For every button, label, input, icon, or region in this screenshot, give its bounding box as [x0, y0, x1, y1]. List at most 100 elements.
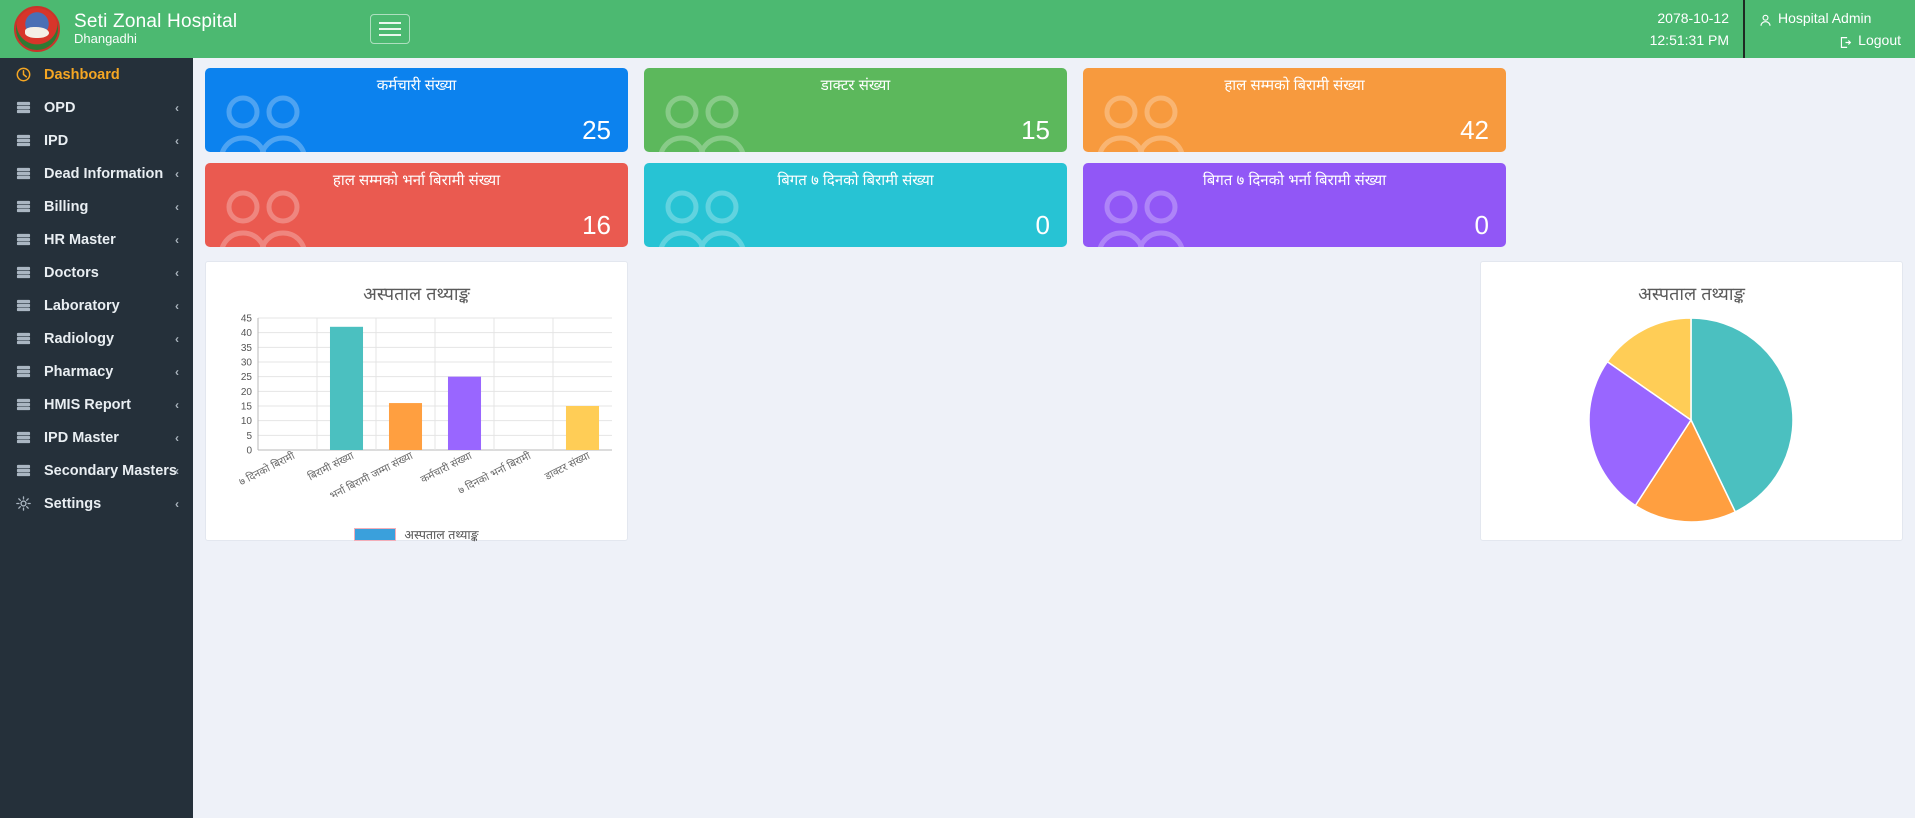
stat-cards: कर्मचारी संख्या 25 डाक्टर संख्या 15 हाल सम्म…	[205, 68, 1903, 247]
sidebar-item-label: Dead Information	[44, 165, 164, 182]
legend-label: अस्पताल तथ्याङ्क	[404, 528, 479, 542]
server-icon	[16, 133, 33, 148]
stat-card-value: 16	[582, 210, 611, 240]
pie-chart-title: अस्पताल तथ्याङ्क	[1638, 284, 1745, 304]
hospital-name: Seti Zonal Hospital	[74, 10, 238, 32]
chevron-left-icon: ‹	[175, 133, 179, 148]
brand-text: Seti Zonal Hospital Dhangadhi	[74, 11, 237, 48]
people-icon	[1095, 190, 1191, 247]
sidebar-item-billing[interactable]: Billing ‹	[0, 190, 193, 223]
sidebar-item-dead-information[interactable]: Dead Information ‹	[0, 157, 193, 190]
bar[interactable]	[565, 406, 600, 450]
chevron-left-icon: ‹	[175, 232, 179, 247]
sidebar-item-label: Dashboard	[44, 66, 120, 83]
svg-text:15: 15	[241, 402, 253, 413]
sidebar-toggle-button[interactable]	[370, 14, 410, 44]
stat-card[interactable]: बिगत ७ दिनको बिरामी संख्या 0	[644, 163, 1067, 247]
header-time: 12:51:31 PM	[1649, 31, 1729, 48]
people-icon	[656, 95, 752, 152]
main-content: कर्मचारी संख्या 25 डाक्टर संख्या 15 हाल सम्म…	[193, 58, 1915, 818]
chevron-left-icon: ‹	[175, 265, 179, 280]
bar-chart[interactable]: 051015202530354045७ दिनको बिरामी बिरामी स…	[216, 310, 617, 515]
header-userbox: Hospital Admin Logout	[1745, 0, 1915, 58]
stat-card[interactable]: हाल सम्मको बिरामी संख्या 42	[1083, 68, 1506, 152]
sidebar-item-label: HMIS Report	[44, 396, 131, 413]
server-icon	[16, 430, 33, 445]
chevron-left-icon: ‹	[175, 199, 179, 214]
user-profile[interactable]: Hospital Admin	[1759, 8, 1901, 30]
svg-text:0: 0	[246, 446, 252, 457]
hamburger-line	[379, 22, 401, 24]
sidebar-item-laboratory[interactable]: Laboratory ‹	[0, 289, 193, 322]
sidebar-item-settings[interactable]: Settings ‹	[0, 487, 193, 520]
stat-card-value: 0	[1035, 210, 1050, 240]
hospital-location: Dhangadhi	[74, 31, 137, 47]
sidebar-item-opd[interactable]: OPD ‹	[0, 91, 193, 124]
sidebar-item-ipd-master[interactable]: IPD Master ‹	[0, 421, 193, 454]
people-icon	[217, 190, 313, 247]
stat-card-value: 42	[1460, 115, 1489, 145]
server-icon	[16, 463, 33, 478]
sidebar-item-label: Doctors	[44, 264, 99, 281]
svg-text:35: 35	[241, 343, 253, 354]
stat-card-title: कर्मचारी संख्या	[376, 77, 457, 94]
sidebar-item-hmis-report[interactable]: HMIS Report ‹	[0, 388, 193, 421]
server-icon	[16, 166, 33, 181]
sidebar-item-ipd[interactable]: IPD ‹	[0, 124, 193, 157]
header-spacer	[410, 0, 1650, 58]
chevron-left-icon: ‹	[175, 100, 179, 115]
sidebar-item-hr-master[interactable]: HR Master ‹	[0, 223, 193, 256]
stat-card[interactable]: हाल सम्मको भर्ना बिरामी संख्या 16	[205, 163, 628, 247]
sidebar-item-label: HR Master	[44, 231, 116, 248]
sidebar-item-pharmacy[interactable]: Pharmacy ‹	[0, 355, 193, 388]
sidebar-item-doctors[interactable]: Doctors ‹	[0, 256, 193, 289]
stat-card[interactable]: कर्मचारी संख्या 25	[205, 68, 628, 152]
stat-card-value: 15	[1021, 115, 1050, 145]
stat-card-title: डाक्टर संख्या	[820, 77, 891, 94]
stat-card[interactable]: बिगत ७ दिनको भर्ना बिरामी संख्या 0	[1083, 163, 1506, 247]
sidebar-item-label: Billing	[44, 198, 89, 215]
stat-card-value: 0	[1474, 210, 1489, 240]
logout-button[interactable]: Logout	[1759, 30, 1901, 52]
chart-panels: अस्पताल तथ्याङ्क 0 5 10 15 20 25 30 35 40 45 ७ दिन…	[205, 261, 1903, 543]
bar-chart-panel: अस्पताल तथ्याङ्क 0 5 10 15 20 25 30 35 40 45 ७ दिन…	[205, 261, 628, 543]
svg-text:5: 5	[246, 431, 252, 442]
legend-swatch	[354, 528, 397, 541]
sidebar-item-label: IPD	[44, 132, 69, 149]
hospital-logo-icon	[14, 6, 60, 52]
sidebar-item-label: Secondary Masters	[44, 462, 177, 479]
sidebar-item-secondary-masters[interactable]: Secondary Masters ‹	[0, 454, 193, 487]
x-axis-label: बिरामी संख्या	[306, 449, 356, 483]
server-icon	[16, 265, 33, 280]
people-icon	[217, 95, 313, 152]
svg-text:40: 40	[241, 328, 253, 339]
bar[interactable]	[447, 376, 482, 450]
pie-chart[interactable]	[1491, 310, 1892, 542]
stat-card-title: हाल सम्मको भर्ना बिरामी संख्या	[332, 172, 501, 189]
server-icon	[16, 397, 33, 412]
chevron-left-icon: ‹	[175, 364, 179, 379]
bar[interactable]	[388, 403, 423, 450]
bar-chart-legend: अस्पताल तथ्याङ्क	[216, 526, 617, 543]
sidebar-item-label: Laboratory	[44, 297, 120, 314]
pie-chart-panel: अस्पताल तथ्याङ्क	[1480, 261, 1903, 541]
chevron-left-icon: ‹	[175, 496, 179, 511]
sidebar-item-dashboard[interactable]: Dashboard	[0, 58, 193, 91]
logout-label: Logout	[1858, 31, 1901, 48]
stat-card[interactable]: डाक्टर संख्या 15	[644, 68, 1067, 152]
chevron-left-icon: ‹	[175, 298, 179, 313]
sidebar-item-radiology[interactable]: Radiology ‹	[0, 322, 193, 355]
sidebar-item-label: Settings	[44, 495, 102, 512]
stat-card-title: हाल सम्मको बिरामी संख्या	[1224, 77, 1365, 94]
people-icon	[1095, 95, 1191, 152]
chevron-left-icon: ‹	[175, 463, 179, 478]
people-icon	[656, 190, 752, 247]
logout-icon	[1839, 34, 1852, 48]
dashboard-icon	[16, 67, 33, 82]
chevron-left-icon: ‹	[175, 331, 179, 346]
gear-icon	[16, 496, 33, 511]
svg-text:45: 45	[241, 314, 253, 325]
chevron-left-icon: ‹	[175, 430, 179, 445]
chevron-left-icon: ‹	[175, 397, 179, 412]
bar[interactable]	[329, 326, 364, 450]
